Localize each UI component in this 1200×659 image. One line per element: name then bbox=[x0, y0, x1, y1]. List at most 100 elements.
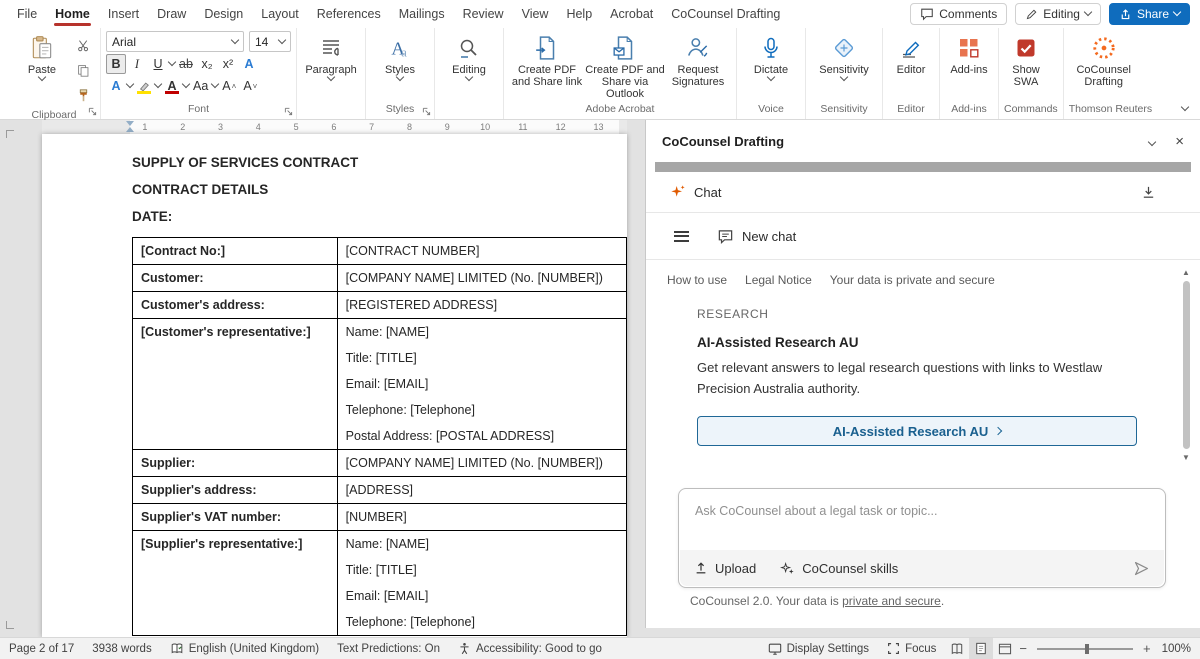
accessibility-icon bbox=[458, 642, 471, 655]
paragraph-icon bbox=[317, 34, 345, 62]
document-page[interactable]: SUPPLY OF SERVICES CONTRACTCONTRACT DETA… bbox=[42, 134, 627, 637]
sensitivity-button[interactable]: Sensitivity bbox=[811, 31, 877, 80]
styles-launcher-icon[interactable] bbox=[422, 107, 431, 116]
accessibility-label: Accessibility: Good to go bbox=[476, 643, 602, 655]
status-bar: Page 2 of 17 3938 words English (United … bbox=[0, 637, 1200, 659]
display-settings-button[interactable]: Display Settings bbox=[759, 638, 878, 659]
highlight-button[interactable] bbox=[134, 76, 154, 96]
focus-icon bbox=[887, 642, 900, 655]
indent-marker[interactable] bbox=[126, 121, 134, 132]
table-row-value: Name: [NAME]Title: [TITLE]Email: [EMAIL]… bbox=[337, 531, 626, 636]
shrink-font-button[interactable]: A˅ bbox=[240, 76, 260, 96]
create-pdf-share-link-button[interactable]: Create PDF and Share link bbox=[509, 31, 585, 88]
panel-collapse-icon[interactable] bbox=[1149, 134, 1155, 148]
create-pdf-outlook-button[interactable]: Create PDF and Share via Outlook bbox=[585, 31, 665, 100]
accessibility-status[interactable]: Accessibility: Good to go bbox=[449, 638, 611, 659]
show-swa-button[interactable]: Show SWA bbox=[1004, 31, 1048, 88]
styles-button[interactable]: Aa Styles bbox=[371, 31, 429, 80]
bold-button[interactable]: B bbox=[106, 54, 126, 74]
upload-label: Upload bbox=[715, 561, 756, 576]
strikethrough-button[interactable]: ab bbox=[176, 54, 196, 74]
copy-button[interactable] bbox=[73, 60, 93, 80]
panel-scrollbar-horizontal[interactable] bbox=[655, 162, 1191, 172]
menu-tab[interactable]: Draw bbox=[148, 0, 195, 28]
comments-button[interactable]: Comments bbox=[910, 3, 1007, 25]
format-painter-button[interactable] bbox=[73, 85, 93, 105]
chat-input-card[interactable]: Ask CoCounsel about a legal task or topi… bbox=[678, 488, 1166, 588]
text-effects-button[interactable]: A bbox=[239, 54, 259, 74]
editing-mode-button[interactable]: Editing bbox=[1015, 3, 1101, 25]
panel-link[interactable]: Legal Notice bbox=[745, 273, 812, 287]
share-button[interactable]: Share bbox=[1109, 3, 1190, 25]
text-predictions-status[interactable]: Text Predictions: On bbox=[328, 638, 449, 659]
font-color-button[interactable]: A bbox=[162, 76, 182, 96]
dock-panel-icon[interactable] bbox=[1141, 185, 1156, 200]
zoom-percentage[interactable]: 100% bbox=[1153, 638, 1200, 659]
request-signatures-button[interactable]: Request Signatures bbox=[665, 31, 731, 88]
ruler-number: 5 bbox=[277, 120, 315, 134]
editor-button[interactable]: Editor bbox=[888, 31, 934, 76]
editor-group: Editor Editor bbox=[883, 28, 940, 119]
menu-tab[interactable]: Mailings bbox=[390, 0, 454, 28]
ai-assisted-research-button[interactable]: AI-Assisted Research AU bbox=[697, 416, 1137, 446]
menu-tab[interactable]: File bbox=[8, 0, 46, 28]
italic-button[interactable]: I bbox=[127, 54, 147, 74]
font-launcher-icon[interactable] bbox=[284, 107, 293, 116]
send-button[interactable] bbox=[1133, 560, 1150, 577]
proofing-status[interactable]: English (United Kingdom) bbox=[161, 638, 328, 659]
cocounsel-drafting-label: CoCounsel Drafting bbox=[1069, 64, 1139, 88]
focus-button[interactable]: Focus bbox=[878, 638, 945, 659]
new-chat-button[interactable]: New chat bbox=[717, 228, 796, 245]
clipboard-launcher-icon[interactable] bbox=[88, 107, 97, 116]
menu-tab[interactable]: Layout bbox=[252, 0, 308, 28]
zoom-slider[interactable] bbox=[1037, 648, 1133, 650]
word-count-status[interactable]: 3938 words bbox=[83, 638, 160, 659]
menu-tab[interactable]: View bbox=[513, 0, 558, 28]
change-case-button[interactable]: Aa bbox=[190, 76, 211, 96]
scrollbar-thumb[interactable] bbox=[1183, 281, 1190, 449]
cut-button[interactable] bbox=[73, 35, 93, 55]
zoom-out-button[interactable]: − bbox=[1017, 641, 1029, 656]
panel-link[interactable]: Your data is private and secure bbox=[830, 273, 995, 287]
collapse-ribbon-icon[interactable] bbox=[1182, 99, 1188, 113]
contract-details-table: [Contract No:] [CONTRACT NUMBER] Custome… bbox=[132, 237, 627, 636]
grow-font-button[interactable]: A˄ bbox=[219, 76, 239, 96]
chat-menu-icon[interactable] bbox=[674, 231, 689, 242]
zoom-slider-thumb[interactable] bbox=[1085, 644, 1089, 654]
upload-button[interactable]: Upload bbox=[694, 561, 756, 576]
menu-tab[interactable]: Insert bbox=[99, 0, 148, 28]
cocounsel-skills-button[interactable]: CoCounsel skills bbox=[780, 561, 898, 576]
zoom-in-button[interactable]: + bbox=[1141, 641, 1153, 656]
scroll-down-icon[interactable]: ▼ bbox=[1182, 453, 1190, 462]
read-mode-view-button[interactable] bbox=[945, 638, 969, 659]
menu-tab[interactable]: CoCounsel Drafting bbox=[662, 0, 789, 28]
font-size-select[interactable]: 14 bbox=[249, 31, 291, 52]
menu-tab[interactable]: Help bbox=[557, 0, 601, 28]
cocounsel-drafting-button[interactable]: CoCounsel Drafting bbox=[1069, 31, 1139, 88]
menu-tab[interactable]: Review bbox=[454, 0, 513, 28]
font-name-select[interactable]: Arial bbox=[106, 31, 244, 52]
paragraph-button[interactable]: Paragraph bbox=[302, 31, 360, 80]
superscript-button[interactable]: x² bbox=[218, 54, 238, 74]
font-group: Arial 14 B I U ab x₂ x² A A bbox=[101, 28, 297, 119]
panel-close-icon[interactable]: × bbox=[1175, 134, 1184, 149]
scroll-up-icon[interactable]: ▲ bbox=[1182, 268, 1190, 277]
editing-button[interactable]: Editing bbox=[440, 31, 498, 80]
privacy-link[interactable]: private and secure bbox=[842, 594, 941, 608]
panel-link[interactable]: How to use bbox=[667, 273, 727, 287]
page-number-status[interactable]: Page 2 of 17 bbox=[0, 638, 83, 659]
dictate-button[interactable]: Dictate bbox=[742, 31, 800, 80]
web-layout-view-button[interactable] bbox=[993, 638, 1017, 659]
panel-scrollbar-vertical[interactable]: ▲ ▼ bbox=[1180, 268, 1192, 466]
underline-button[interactable]: U bbox=[148, 54, 168, 74]
menu-tab[interactable]: References bbox=[308, 0, 390, 28]
menu-tab[interactable]: Home bbox=[46, 0, 99, 28]
text-effects-typography-button[interactable]: A bbox=[106, 76, 126, 96]
addins-button[interactable]: Add-ins bbox=[945, 31, 993, 76]
print-layout-view-button[interactable] bbox=[969, 638, 993, 659]
menu-tab[interactable]: Design bbox=[195, 0, 252, 28]
menu-tab[interactable]: Acrobat bbox=[601, 0, 662, 28]
paste-button[interactable]: Paste bbox=[13, 31, 71, 80]
table-row-value: Name: [NAME]Title: [TITLE]Email: [EMAIL]… bbox=[337, 319, 626, 450]
subscript-button[interactable]: x₂ bbox=[197, 54, 217, 74]
